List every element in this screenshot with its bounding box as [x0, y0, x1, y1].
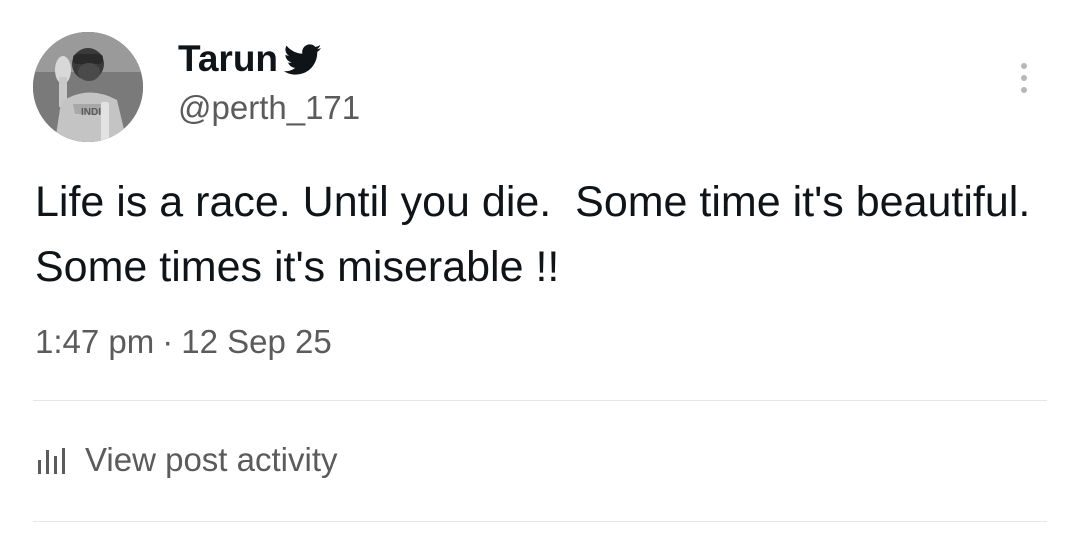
- more-vertical-icon-dot: [1021, 63, 1027, 69]
- more-options-button[interactable]: [1008, 56, 1040, 100]
- view-post-activity-button[interactable]: View post activity: [35, 438, 338, 482]
- author-name-row[interactable]: Tarun: [178, 37, 322, 81]
- more-vertical-icon-dot: [1021, 75, 1027, 81]
- author-handle[interactable]: @perth_171: [178, 86, 360, 130]
- avatar-photo: INDIA: [33, 32, 143, 142]
- divider: [33, 400, 1047, 401]
- more-vertical-icon-dot: [1021, 87, 1027, 93]
- post-date: 12 Sep 25: [181, 323, 332, 360]
- timestamp-separator: ·: [162, 323, 174, 360]
- author-display-name[interactable]: Tarun: [178, 37, 278, 81]
- post-text: Life is a race. Until you die. Some time…: [35, 178, 1043, 291]
- twitter-bird-icon: [283, 43, 322, 77]
- bar-chart-icon: [35, 444, 69, 476]
- post-time: 1:47 pm: [35, 323, 155, 360]
- avatar[interactable]: INDIA: [33, 32, 143, 142]
- view-post-activity-label: View post activity: [85, 441, 338, 478]
- post-timestamp[interactable]: 1:47 pm · 12 Sep 25: [35, 320, 332, 364]
- divider: [33, 521, 1047, 522]
